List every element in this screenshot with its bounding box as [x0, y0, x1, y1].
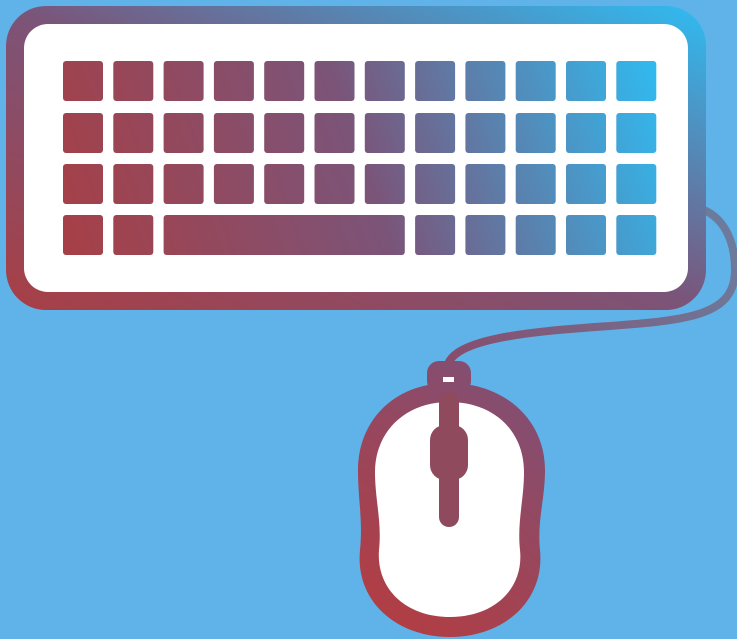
keyboard-spacebar	[163, 215, 405, 255]
keyboard-key	[465, 113, 506, 153]
mouse-connector-slot	[443, 377, 454, 382]
keyboard-key	[364, 113, 405, 153]
keyboard-key	[465, 164, 506, 204]
keyboard-key	[515, 61, 556, 101]
keyboard-key	[616, 61, 657, 101]
keyboard-key	[264, 164, 305, 204]
keyboard-key	[63, 61, 103, 101]
mouse-icon	[358, 361, 545, 637]
keyboard-key	[364, 61, 405, 101]
keyboard-key	[566, 164, 606, 204]
keyboard-key	[264, 113, 305, 153]
keyboard-key	[213, 164, 254, 204]
keyboard-key	[515, 164, 556, 204]
keyboard-key	[113, 215, 154, 255]
keyboard-key	[213, 61, 254, 101]
keyboard-key	[515, 215, 556, 255]
keyboard-key	[415, 215, 456, 255]
keyboard-key	[163, 164, 204, 204]
keyboard-key	[566, 215, 606, 255]
keyboard-key	[415, 113, 456, 153]
keyboard-key	[465, 215, 506, 255]
keyboard-key	[465, 61, 506, 101]
keyboard-and-mouse-illustration	[6, 6, 737, 637]
keyboard-key	[63, 164, 103, 204]
keyboard-key	[616, 215, 657, 255]
mouse-scroll-wheel	[430, 425, 468, 480]
keyboard-key	[163, 113, 204, 153]
keyboard-key	[616, 164, 657, 204]
keyboard-key	[113, 113, 154, 153]
keyboard-key	[213, 113, 254, 153]
keyboard-key	[63, 113, 103, 153]
keyboard-icon	[6, 6, 706, 310]
keyboard-key	[314, 113, 355, 153]
keyboard-key	[415, 164, 456, 204]
keyboard-key	[63, 215, 103, 255]
keyboard-key	[415, 61, 456, 101]
keyboard-key	[566, 113, 606, 153]
keyboard-key	[113, 164, 154, 204]
keyboard-key	[314, 164, 355, 204]
keyboard-key	[515, 113, 556, 153]
keyboard-key	[264, 61, 305, 101]
keyboard-key	[566, 61, 606, 101]
keyboard-key	[616, 113, 657, 153]
keyboard-key	[113, 61, 154, 101]
keyboard-key	[364, 164, 405, 204]
keyboard-key	[163, 61, 204, 101]
keyboard-key	[314, 61, 355, 101]
